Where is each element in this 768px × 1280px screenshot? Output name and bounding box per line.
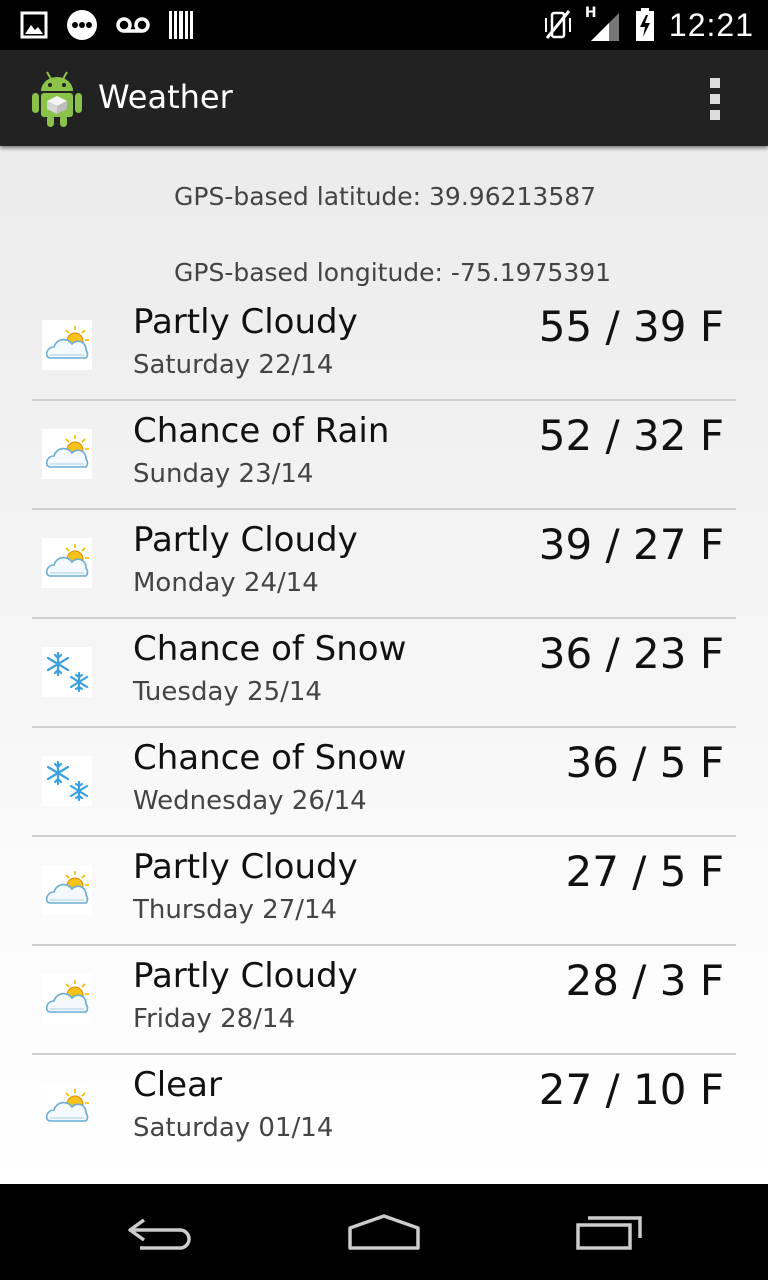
image-notification-icon	[20, 11, 48, 39]
forecast-row[interactable]: Chance of Rain Sunday 23/14 52 / 32 F	[32, 401, 736, 510]
voicemail-icon	[116, 15, 150, 35]
forecast-date: Friday 28/14	[133, 1004, 295, 1034]
forecast-condition: Partly Cloudy	[133, 956, 358, 996]
forecast-temperature: 36 / 5 F	[565, 738, 724, 787]
snowflake-icon	[42, 756, 92, 806]
navigation-bar	[0, 1184, 768, 1280]
partly-cloudy-icon	[42, 1083, 92, 1133]
forecast-temperature: 52 / 32 F	[538, 411, 724, 460]
forecast-date: Tuesday 25/14	[133, 677, 322, 707]
forecast-row[interactable]: Partly Cloudy Thursday 27/14 27 / 5 F	[32, 837, 736, 946]
vibrate-icon	[543, 8, 573, 42]
android-robot-icon[interactable]	[30, 70, 84, 128]
partly-cloudy-icon	[42, 429, 92, 479]
partly-cloudy-icon	[42, 320, 92, 370]
home-icon[interactable]	[334, 1210, 434, 1254]
forecast-temperature: 27 / 10 F	[538, 1065, 724, 1114]
forecast-list: Partly Cloudy Saturday 22/14 55 / 39 F Chan…	[32, 292, 736, 1164]
overflow-menu-icon[interactable]	[708, 78, 722, 120]
forecast-row[interactable]: Chance of Snow Tuesday 25/14 36 / 23 F	[32, 619, 736, 728]
forecast-temperature: 36 / 23 F	[538, 629, 724, 678]
content-area: GPS-based latitude: 39.96213587 GPS-base…	[0, 146, 768, 1184]
barcode-icon	[168, 10, 194, 40]
forecast-date: Wednesday 26/14	[133, 786, 367, 816]
network-type-label: H	[584, 5, 597, 21]
partly-cloudy-icon	[42, 974, 92, 1024]
forecast-condition: Chance of Snow	[133, 629, 407, 669]
forecast-condition: Partly Cloudy	[133, 302, 358, 342]
gps-longitude: GPS-based longitude: -75.1975391	[174, 258, 612, 287]
app-title: Weather	[98, 78, 233, 116]
partly-cloudy-icon	[42, 538, 92, 588]
battery-icon	[635, 8, 655, 42]
forecast-condition: Chance of Rain	[133, 411, 390, 451]
forecast-temperature: 39 / 27 F	[538, 520, 724, 569]
forecast-temperature: 27 / 5 F	[565, 847, 724, 896]
forecast-date: Saturday 01/14	[133, 1113, 334, 1143]
signal-icon: H	[585, 5, 621, 41]
forecast-temperature: 55 / 39 F	[538, 302, 724, 351]
forecast-date: Sunday 23/14	[133, 459, 314, 489]
forecast-row[interactable]: Clear Saturday 01/14 27 / 10 F	[32, 1055, 736, 1164]
chat-bubble-icon	[66, 9, 98, 41]
forecast-date: Monday 24/14	[133, 568, 319, 598]
forecast-row[interactable]: Partly Cloudy Saturday 22/14 55 / 39 F	[32, 292, 736, 401]
forecast-condition: Clear	[133, 1065, 222, 1105]
forecast-row[interactable]: Partly Cloudy Monday 24/14 39 / 27 F	[32, 510, 736, 619]
forecast-temperature: 28 / 3 F	[565, 956, 724, 1005]
forecast-date: Thursday 27/14	[133, 895, 338, 925]
forecast-date: Saturday 22/14	[133, 350, 334, 380]
action-bar: Weather	[0, 50, 768, 146]
forecast-condition: Partly Cloudy	[133, 520, 358, 560]
snowflake-icon	[42, 647, 92, 697]
status-bar: H 12:21	[0, 0, 768, 50]
partly-cloudy-icon	[42, 865, 92, 915]
recent-apps-icon[interactable]	[560, 1210, 660, 1254]
back-icon[interactable]	[110, 1210, 210, 1254]
forecast-condition: Partly Cloudy	[133, 847, 358, 887]
forecast-condition: Chance of Snow	[133, 738, 407, 778]
forecast-row[interactable]: Chance of Snow Wednesday 26/14 36 / 5 F	[32, 728, 736, 837]
forecast-row[interactable]: Partly Cloudy Friday 28/14 28 / 3 F	[32, 946, 736, 1055]
status-clock: 12:21	[668, 6, 754, 43]
gps-latitude: GPS-based latitude: 39.96213587	[174, 182, 597, 211]
